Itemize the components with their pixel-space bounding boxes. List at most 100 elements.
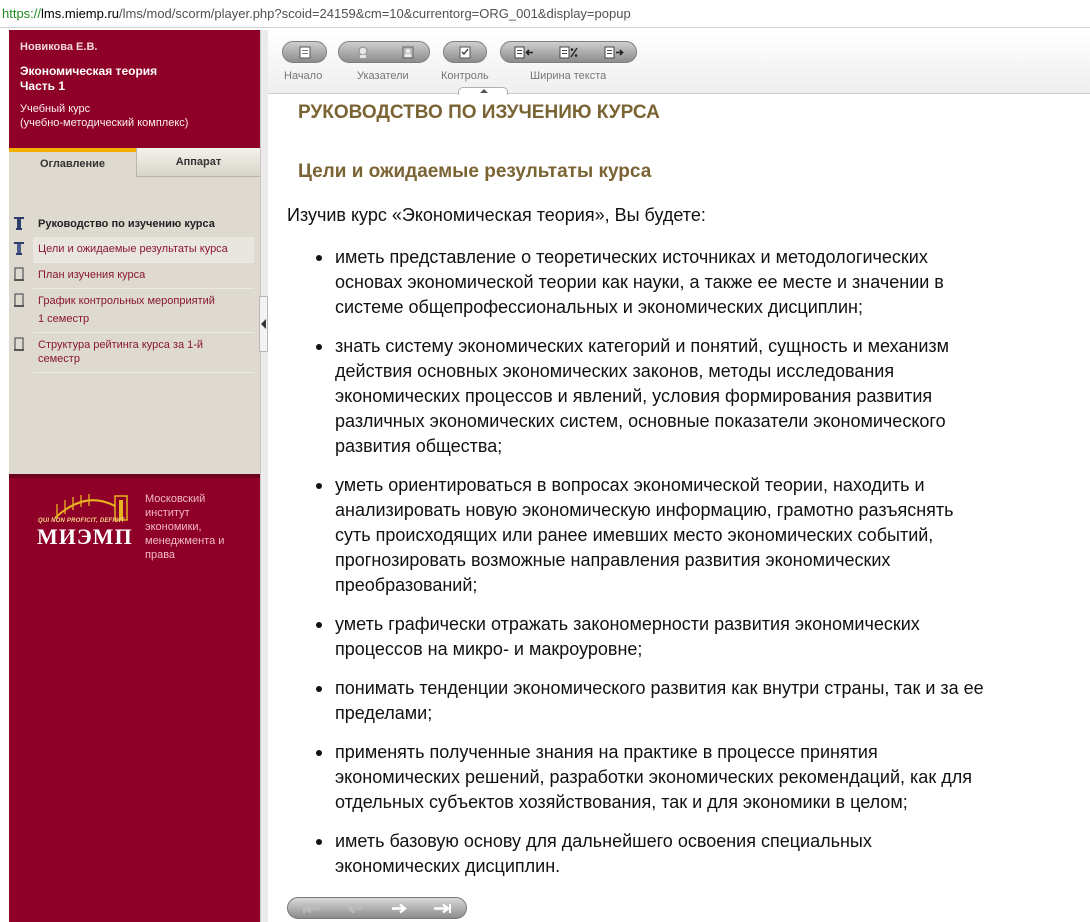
- tab-contents[interactable]: Оглавление: [9, 148, 136, 177]
- institute-name-line: Московский: [145, 493, 206, 505]
- goal-line: различных экономических систем, основные…: [335, 411, 946, 431]
- toolbar: Начало Указатели Контроль Ширина текста: [268, 28, 1090, 95]
- home-button[interactable]: [282, 41, 327, 63]
- address-bar[interactable]: https://lms.miemp.ru/lms/mod/scorm/playe…: [0, 0, 1090, 28]
- goal-line: анализировать новую экономическую информ…: [335, 500, 954, 520]
- institute-name-line: экономики,: [145, 521, 202, 533]
- goal-line: суть происходящих или ранее имевших мест…: [335, 525, 934, 545]
- course-title-block: Экономическая теория Часть 1: [20, 64, 250, 94]
- goal-item: уметь ориентироваться в вопросах экономи…: [315, 473, 1090, 598]
- content-area: РУКОВОДСТВО ПО ИЗУЧЕНИЮ КУРСА Цели и ожи…: [268, 95, 1090, 895]
- course-kind-block: Учебный курс (учебно-методический компле…: [20, 102, 250, 130]
- toc-item-guide[interactable]: Руководство по изучению курса: [14, 212, 254, 237]
- goal-item: уметь графически отражать закономерности…: [315, 612, 1090, 662]
- left-sidebar: Новикова Е.В. Экономическая теория Часть…: [0, 28, 268, 922]
- course-kind-detail: (учебно-методический комплекс): [20, 117, 189, 129]
- url-scheme: https://: [2, 6, 42, 21]
- toc-item-sublabel: семестр: [38, 353, 80, 365]
- home-icon: [299, 46, 311, 59]
- sidebar-panel: Новикова Е.В. Экономическая теория Часть…: [9, 30, 260, 922]
- section-title: Цели и ожидаемые результаты курса: [298, 161, 652, 182]
- document-pin-icon: [14, 217, 24, 230]
- toc-item-label: Цели и ожидаемые результаты курса: [38, 243, 228, 255]
- goal-line: процессов на микро- и макроуровне;: [335, 639, 643, 659]
- course-title: Экономическая теория: [20, 64, 158, 78]
- goal-line: пределами;: [335, 703, 433, 723]
- author-name: Новикова Е.В.: [20, 41, 98, 53]
- toc-item-sublabel: 1 семестр: [38, 313, 90, 325]
- sidebar-tabs: Оглавление Аппарат: [9, 148, 260, 177]
- control-button[interactable]: [443, 41, 487, 63]
- indexes-label: Указатели: [357, 70, 409, 82]
- logo-name: МИЭМП: [37, 524, 133, 549]
- goal-line: системе общепрофессиональных и экономиче…: [335, 297, 863, 317]
- goal-item: понимать тенденции экономического развит…: [315, 676, 1090, 726]
- indexes-button[interactable]: [338, 41, 430, 63]
- text-width-button-group: [500, 41, 637, 63]
- institute-name-line: менеджмента и: [145, 535, 225, 547]
- toc-item-label: План изучения курса: [38, 269, 146, 281]
- document-pin-icon: [14, 267, 24, 281]
- document-pin-icon: [14, 337, 24, 351]
- course-part: Часть 1: [20, 79, 66, 93]
- institute-name: Московский институт экономики, менеджмен…: [145, 492, 255, 562]
- portrait-icon: [402, 46, 414, 59]
- next-icon[interactable]: [388, 902, 410, 915]
- goal-line: уметь ориентироваться в вопросах экономи…: [335, 475, 925, 495]
- goal-line: отдельных субъектов хозяйствования, так …: [335, 792, 908, 812]
- goal-line: преобразований;: [335, 575, 478, 595]
- intro-text: Изучив курс «Экономическая теория», Вы б…: [287, 205, 706, 225]
- last-icon[interactable]: [432, 902, 454, 915]
- prev-icon[interactable]: [344, 902, 366, 915]
- goal-line: иметь представление о теоретических исто…: [335, 247, 928, 267]
- goal-line: иметь базовую основу для дальнейшего осв…: [335, 831, 872, 851]
- goal-line: экономических процессов и явлений, услов…: [335, 386, 933, 406]
- institute-logo: QUI NON PROFICIT, DEFICIT МИЭМП: [35, 488, 133, 550]
- table-of-contents: Руководство по изучению курса Цели и ожи…: [9, 177, 260, 474]
- text-width-narrow-icon[interactable]: [514, 46, 534, 59]
- first-icon[interactable]: [300, 902, 322, 915]
- toc-item-goals[interactable]: Цели и ожидаемые результаты курса: [14, 237, 254, 263]
- document-pin-icon: [14, 242, 24, 255]
- goal-line: экономических дисциплин.: [335, 856, 561, 876]
- checklist-icon: [459, 46, 471, 59]
- toc-item-rating[interactable]: Структура рейтинга курса за 1-й семестр: [14, 333, 254, 373]
- toc-item-label: Структура рейтинга курса за 1-й: [38, 339, 204, 351]
- goal-line: экономических решений, разработки эконом…: [335, 767, 972, 787]
- toc-item-label: График контрольных мероприятий: [38, 295, 215, 307]
- institute-name-line: институт: [145, 507, 190, 519]
- toc-item-plan[interactable]: План изучения курса: [14, 263, 254, 289]
- index-icon: [358, 46, 368, 58]
- control-label: Контроль: [441, 70, 489, 82]
- url-host: lms.miemp.ru: [41, 6, 120, 21]
- goal-line: основах экономической теории как науки, …: [335, 272, 944, 292]
- goal-line: развития общества;: [335, 436, 503, 456]
- goal-line: понимать тенденции экономического развит…: [335, 678, 984, 698]
- course-header: Новикова Е.В. Экономическая теория Часть…: [9, 30, 260, 148]
- home-label: Начало: [284, 70, 323, 82]
- course-kind: Учебный курс: [20, 103, 91, 115]
- page-navigation: [287, 897, 467, 919]
- page-title: РУКОВОДСТВО ПО ИЗУЧЕНИЮ КУРСА: [298, 102, 660, 123]
- text-width-percent-icon[interactable]: [559, 46, 579, 59]
- toolbar-pointer: [458, 87, 508, 95]
- text-width-wide-icon[interactable]: [604, 46, 624, 59]
- goal-line: прогнозировать возможные направления раз…: [335, 550, 891, 570]
- toc-item-label: Руководство по изучению курса: [38, 218, 215, 230]
- collapse-sidebar-button[interactable]: [259, 296, 268, 352]
- sidebar-splitter[interactable]: [260, 30, 268, 922]
- toc-item-schedule[interactable]: График контрольных мероприятий 1 семестр: [14, 289, 254, 333]
- institute-name-line: права: [145, 549, 176, 561]
- tab-apparatus[interactable]: Аппарат: [136, 148, 260, 177]
- goal-line: знать систему экономических категорий и …: [335, 336, 950, 356]
- goal-line: применять полученные знания на практике …: [335, 742, 878, 762]
- document-pin-icon: [14, 293, 24, 307]
- goal-item: иметь базовую основу для дальнейшего осв…: [315, 829, 1090, 879]
- goal-item: знать систему экономических категорий и …: [315, 334, 1090, 459]
- goal-item: применять полученные знания на практике …: [315, 740, 1090, 815]
- goal-line: действия основных экономических законов,…: [335, 361, 895, 381]
- goals-list: иметь представление о теоретических исто…: [315, 245, 1090, 893]
- url-path: /lms/mod/scorm/player.php?scoid=24159&cm…: [119, 6, 631, 21]
- institute-logo-area: QUI NON PROFICIT, DEFICIT МИЭМП Московск…: [9, 474, 260, 922]
- goal-line: уметь графически отражать закономерности…: [335, 614, 920, 634]
